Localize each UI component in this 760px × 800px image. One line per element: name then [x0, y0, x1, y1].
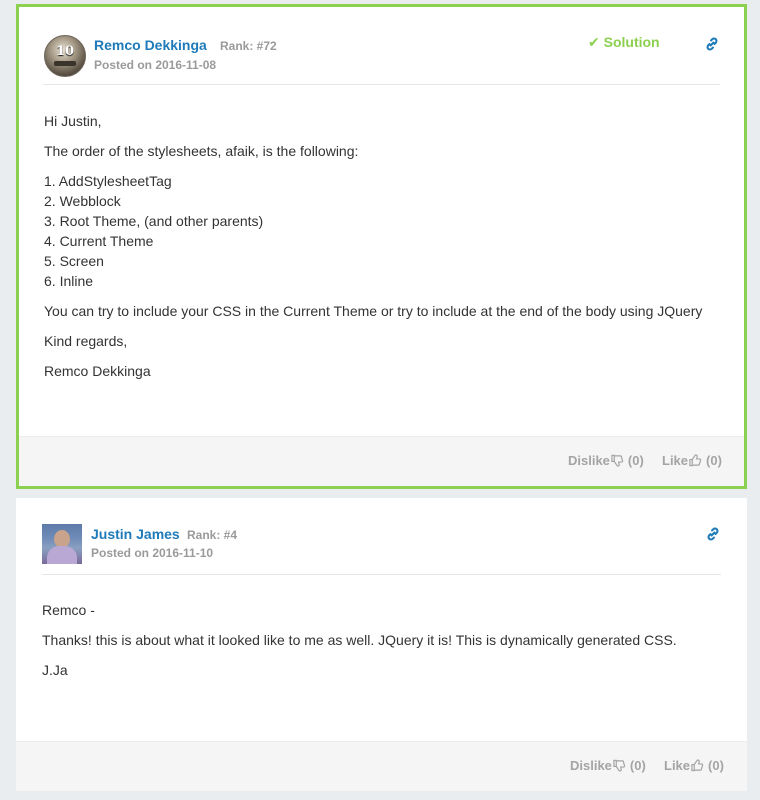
list-item: 2. Webblock [44, 193, 121, 209]
body-line: The order of the stylesheets, afaik, is … [44, 143, 359, 159]
post-header: Justin James Rank: #4 Posted on 2016-11-… [16, 498, 747, 578]
body-line: Kind regards, [44, 333, 128, 349]
body-line: J.Ja [42, 662, 68, 678]
solution-post: 10 Remco Dekkinga Rank: #72 Posted on 20… [16, 4, 747, 489]
author-name[interactable]: Justin James [91, 526, 180, 542]
link-icon[interactable] [704, 36, 720, 52]
like-count: (0) [708, 758, 724, 773]
like-button[interactable]: Like (0) [664, 758, 724, 773]
body-line: Thanks! this is about what it looked lik… [42, 632, 677, 648]
thumbs-up-icon [689, 454, 702, 467]
author-rank: Rank: #4 [187, 528, 238, 542]
header-divider [42, 574, 721, 575]
header-divider [43, 84, 720, 85]
body-line: Hi Justin, [44, 113, 102, 129]
list-item: 4. Current Theme [44, 233, 154, 249]
like-label: Like [662, 453, 689, 468]
thumbs-down-icon [611, 454, 624, 467]
dislike-count: (0) [627, 453, 644, 468]
author-name[interactable]: Remco Dekkinga [94, 37, 207, 53]
solution-label: Solution [603, 34, 660, 50]
body-line: Remco - [42, 602, 95, 618]
post-footer: Dislike (0) Like (0) [16, 741, 747, 791]
posted-date: Posted on 2016-11-10 [91, 546, 214, 560]
list-item: 6. Inline [44, 273, 94, 289]
post-header: 10 Remco Dekkinga Rank: #72 Posted on 20… [19, 7, 744, 87]
thumbs-up-icon [691, 759, 704, 772]
dislike-label: Dislike [568, 453, 610, 468]
list-item: 3. Root Theme, (and other parents) [44, 213, 264, 229]
like-label: Like [664, 758, 691, 773]
solution-badge: ✔ Solution [588, 34, 660, 51]
avatar-badge-number: 10 [55, 44, 75, 59]
body-line: Remco Dekkinga [44, 363, 151, 379]
avatar-body [47, 546, 77, 564]
author-rank: Rank: #72 [220, 39, 277, 53]
dislike-button[interactable]: Dislike (0) [570, 758, 646, 773]
link-icon[interactable] [705, 526, 721, 542]
list-item: 5. Screen [44, 253, 104, 269]
posted-date: Posted on 2016-11-08 [94, 58, 217, 72]
avatar[interactable]: 10 [44, 35, 86, 77]
reply-post: Justin James Rank: #4 Posted on 2016-11-… [16, 498, 747, 791]
avatar-badge-ribbon [54, 61, 76, 66]
avatar[interactable] [42, 524, 82, 564]
dislike-count: (0) [629, 758, 646, 773]
dislike-label: Dislike [570, 758, 612, 773]
post-footer: Dislike (0) Like (0) [19, 436, 744, 486]
like-count: (0) [706, 453, 722, 468]
body-line: You can try to include your CSS in the C… [44, 303, 703, 319]
list-item: 1. AddStylesheetTag [44, 173, 172, 189]
like-button[interactable]: Like (0) [662, 453, 722, 468]
dislike-button[interactable]: Dislike (0) [568, 453, 644, 468]
check-icon: ✔ [588, 34, 600, 50]
thumbs-down-icon [613, 759, 626, 772]
